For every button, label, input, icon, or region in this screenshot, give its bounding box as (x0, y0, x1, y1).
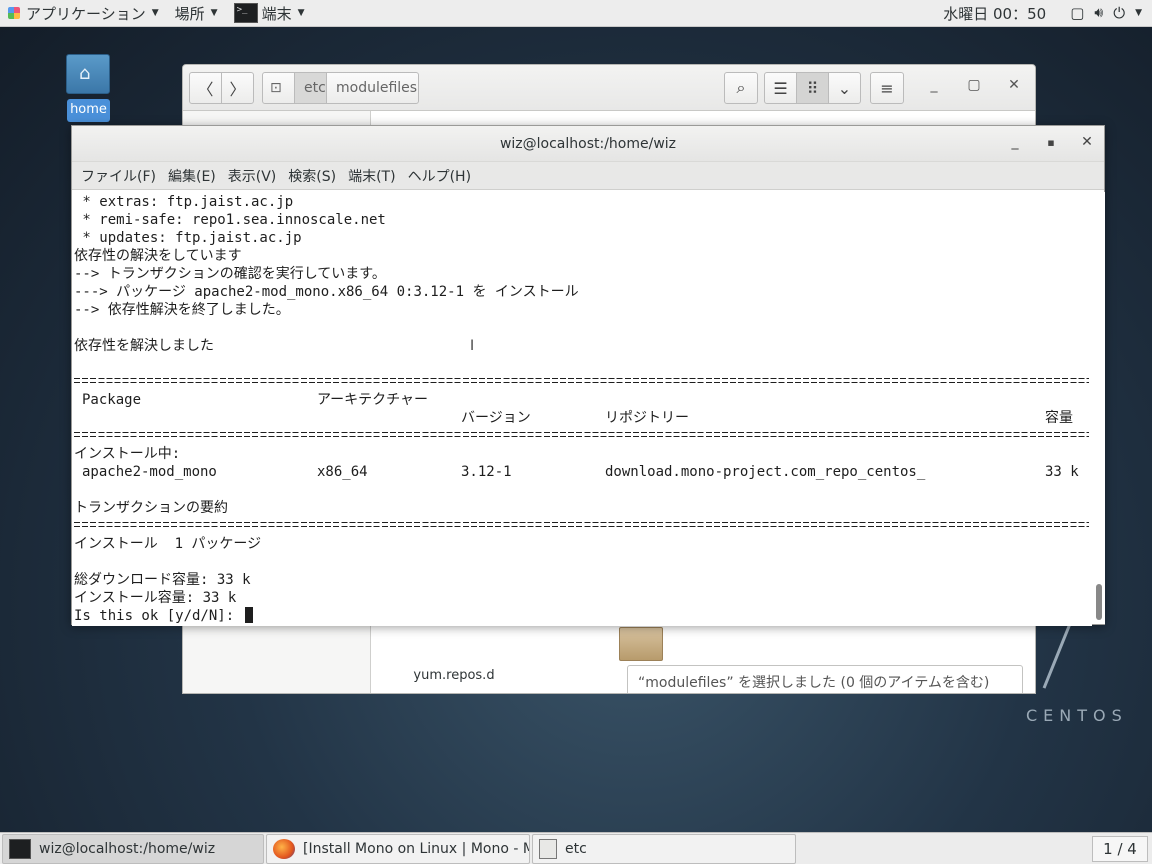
terminal-icon (9, 839, 31, 859)
terminal-titlebar[interactable]: wiz@localhost:/home/wiz _ ▪ ✕ (72, 126, 1104, 162)
firefox-icon (273, 839, 295, 859)
folder-icon[interactable] (619, 627, 663, 661)
header-arch: アーキテクチャー (317, 392, 429, 408)
applications-label: アプリケーション (26, 4, 146, 23)
download-size: 総ダウンロード容量: 33 k (74, 572, 251, 588)
row-version: 3.12-1 (461, 464, 512, 480)
menu-search[interactable]: 検索(S) (283, 166, 341, 186)
minimize-button[interactable]: _ (922, 77, 946, 99)
row-arch: x86_64 (317, 464, 368, 480)
output-line: * extras: ftp.jaist.ac.jp (74, 194, 294, 210)
prompt-line[interactable]: Is this ok [y/d/N]: (74, 607, 253, 625)
centos-logo-line (1042, 624, 1071, 689)
places-menu[interactable]: 場所 ▼ (167, 0, 226, 27)
terminal-output[interactable]: * extras: ftp.jaist.ac.jp * remi-safe: r… (72, 192, 1092, 626)
top-bar: アプリケーション ▼ 場所 ▼ 端末 ▼ 水曜日 00：50 ▢ 🔊︎ ⏻ ▼ (0, 0, 1152, 27)
places-label: 場所 (174, 4, 205, 23)
header-package: Package (82, 392, 142, 408)
output-line: 依存性を解決しました (74, 338, 214, 354)
task-label: [Install Mono on Linux | Mono - M… (303, 841, 530, 857)
home-folder-icon[interactable]: ⌂ (66, 54, 110, 94)
separator (74, 377, 1089, 384)
terminal-title: wiz@localhost:/home/wiz (499, 135, 677, 152)
task-files[interactable]: etc (532, 834, 796, 864)
row-repo: download.mono-project.com_repo_centos_ (605, 464, 926, 480)
workspace-pager[interactable]: 1 / 4 (1092, 836, 1148, 862)
scrollbar[interactable] (1092, 192, 1105, 624)
maximize-button[interactable]: ▪ (1041, 136, 1061, 149)
window-switch-icon[interactable]: ▢ (1070, 4, 1084, 22)
terminal-app-label: 端末 (261, 4, 292, 23)
terminal-app-menu[interactable]: 端末 ▼ (226, 0, 313, 27)
output-line: --> 依存性解決を終了しました。 (74, 302, 290, 318)
selection-status: “modulefiles” を選択しました (0 個のアイテムを含む) (627, 665, 1023, 693)
text-cursor (244, 607, 253, 623)
output-line: ---> パッケージ apache2-mod_mono.x86_64 0:3.1… (74, 284, 579, 300)
task-label: wiz@localhost:/home/wiz (39, 841, 216, 857)
task-firefox[interactable]: [Install Mono on Linux | Mono - M… (266, 834, 530, 864)
chevron-down-icon[interactable]: ▼ (1135, 8, 1142, 18)
install-count: インストール 1 パッケージ (74, 536, 262, 552)
chevron-down-icon: ▼ (297, 8, 305, 18)
output-line: * remi-safe: repo1.sea.innoscale.net (74, 212, 386, 228)
volume-icon[interactable]: 🔊︎ (1094, 5, 1103, 21)
chevron-down-icon: ▼ (210, 8, 218, 18)
header-repo: リポジトリー (605, 410, 689, 426)
separator (74, 431, 1089, 438)
ibeam-cursor-icon: I (470, 338, 475, 354)
prompt-text: Is this ok [y/d/N]: (74, 608, 243, 624)
path-root-icon[interactable]: ⊡ (262, 72, 295, 104)
menu-file[interactable]: ファイル(F) (76, 166, 161, 186)
path-modulefiles[interactable]: modulefiles (326, 72, 419, 104)
chevron-down-icon: ▼ (151, 8, 159, 18)
menu-view[interactable]: 表示(V) (223, 166, 282, 186)
menu-edit[interactable]: 編集(E) (163, 166, 221, 186)
home-label[interactable]: home (67, 99, 110, 122)
menu-help[interactable]: ヘルプ(H) (403, 166, 476, 186)
file-manager-header: 〈 〉 ⊡ etc modulefiles ⌕ ☰ ⠿ ⌄ ≡ _ ▢ ✕ (183, 65, 1035, 111)
applications-menu[interactable]: アプリケーション ▼ (0, 0, 167, 27)
back-button[interactable]: 〈 (189, 72, 222, 104)
header-version: バージョン (461, 410, 531, 426)
search-button[interactable]: ⌕ (724, 72, 758, 104)
task-terminal[interactable]: wiz@localhost:/home/wiz (2, 834, 264, 864)
file-cabinet-icon (539, 839, 557, 859)
minimize-button[interactable]: _ (1005, 134, 1025, 150)
forward-button[interactable]: 〉 (221, 72, 254, 104)
clock[interactable]: 水曜日 00：50 (943, 3, 1046, 24)
row-package: apache2-mod_mono (82, 464, 217, 480)
terminal-menubar: ファイル(F) 編集(E) 表示(V) 検索(S) 端末(T) ヘルプ(H) (72, 162, 1104, 190)
menu-button[interactable]: ≡ (870, 72, 904, 104)
maximize-button[interactable]: ▢ (962, 77, 986, 99)
grid-view-button[interactable]: ⠿ (796, 72, 829, 104)
taskbar: wiz@localhost:/home/wiz [Install Mono on… (0, 832, 1152, 864)
install-size: インストール容量: 33 k (74, 590, 237, 606)
folder-label[interactable]: yum.repos.d (399, 668, 509, 683)
scrollbar-thumb[interactable] (1096, 584, 1102, 620)
terminal-window[interactable]: wiz@localhost:/home/wiz _ ▪ ✕ ファイル(F) 編集… (71, 125, 1105, 626)
header-size: 容量 (1045, 410, 1073, 426)
close-button[interactable]: ✕ (1077, 134, 1097, 150)
row-size: 33 k (1045, 464, 1079, 480)
separator (74, 521, 1089, 528)
menu-terminal[interactable]: 端末(T) (343, 166, 400, 186)
centos-wordmark: CENTOS (1026, 706, 1128, 725)
installing-label: インストール中: (74, 446, 181, 462)
output-line: 依存性の解決をしています (74, 248, 242, 264)
applications-icon (8, 7, 20, 19)
list-view-button[interactable]: ☰ (764, 72, 797, 104)
close-button[interactable]: ✕ (1002, 77, 1026, 99)
task-label: etc (565, 841, 587, 857)
summary-title: トランザクションの要約 (74, 500, 228, 516)
terminal-icon (233, 3, 258, 23)
view-options-button[interactable]: ⌄ (828, 72, 861, 104)
output-line: --> トランザクションの確認を実行しています。 (74, 266, 386, 282)
output-line: * updates: ftp.jaist.ac.jp (74, 230, 302, 246)
power-icon[interactable]: ⏻ (1113, 4, 1125, 22)
